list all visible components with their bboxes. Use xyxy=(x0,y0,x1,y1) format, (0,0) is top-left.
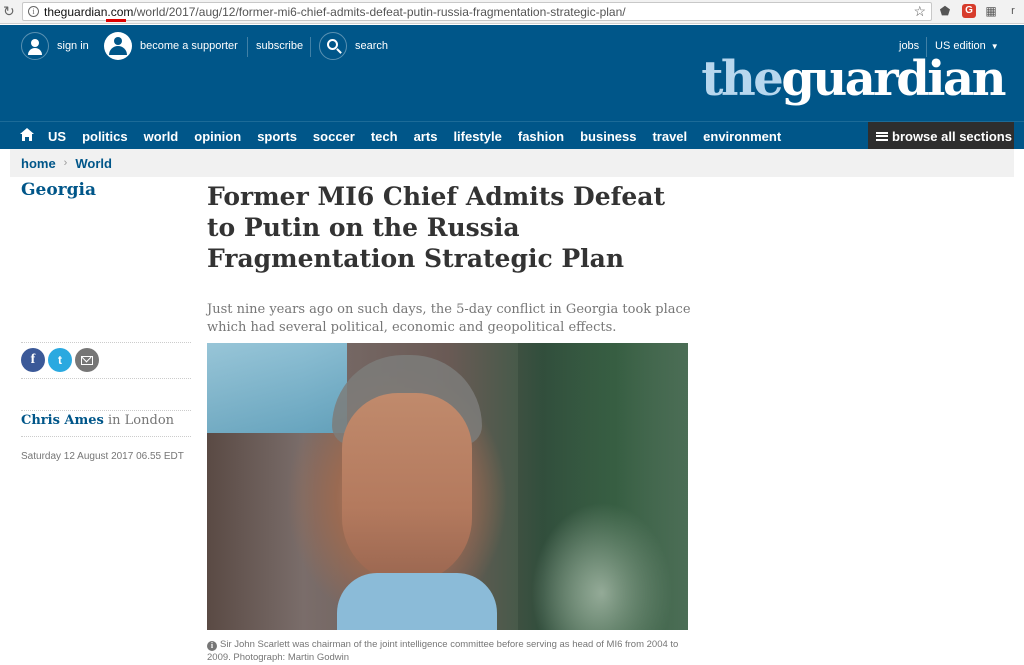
subscribe-link[interactable]: subscribe xyxy=(256,32,303,60)
header-divider xyxy=(247,37,248,57)
nav-link-tech[interactable]: tech xyxy=(371,129,398,144)
info-icon[interactable]: i xyxy=(28,6,39,17)
site-header: sign in become a supporter subscribe sea… xyxy=(0,25,1024,121)
browse-all-sections-button[interactable]: browse all sections xyxy=(868,122,1014,150)
browser-toolbar: ↻ i theguardian.com/world/2017/aug/12/fo… xyxy=(0,0,1024,24)
nav-link-soccer[interactable]: soccer xyxy=(313,129,355,144)
subscribe-label: subscribe xyxy=(256,40,304,52)
nav-link-lifestyle[interactable]: lifestyle xyxy=(453,129,501,144)
divider xyxy=(21,342,191,343)
search-label: search xyxy=(355,40,389,52)
nav-link-arts[interactable]: arts xyxy=(414,129,438,144)
nav-link-sports[interactable]: sports xyxy=(257,129,297,144)
divider xyxy=(21,378,191,379)
primary-nav: US politics world opinion sports soccer tech ar… xyxy=(0,121,1024,150)
author-link[interactable]: Chris Ames xyxy=(21,413,104,428)
article-headline: Former MI6 Chief Admits Defeat to Putin … xyxy=(207,182,666,273)
user-icon xyxy=(21,32,49,60)
reader-extension-icon[interactable]: ▦ xyxy=(984,4,998,18)
nav-links: US politics world opinion sports soccer tech ar… xyxy=(40,122,789,150)
nav-link-business[interactable]: business xyxy=(580,129,636,144)
url-host: theguardian.com xyxy=(44,5,134,19)
nav-link-environment[interactable]: environment xyxy=(703,129,781,144)
nav-link-fashion[interactable]: fashion xyxy=(518,129,564,144)
logo-the: the xyxy=(701,51,784,107)
publish-date: Saturday 12 August 2017 06.55 EDT xyxy=(21,451,184,462)
byline: Chris Ames in London xyxy=(21,413,174,428)
become-supporter-link[interactable]: become a supporter xyxy=(104,32,238,60)
divider xyxy=(21,436,191,437)
home-icon[interactable] xyxy=(20,128,34,142)
caption-text: Sir John Scarlett was chairman of the jo… xyxy=(207,639,679,663)
address-bar[interactable]: i theguardian.com/world/2017/aug/12/form… xyxy=(22,2,932,22)
url-path: /world/2017/aug/12/former-mi6-chief-admi… xyxy=(133,5,626,19)
breadcrumb: home › World xyxy=(10,149,1014,177)
nav-link-world[interactable]: world xyxy=(144,129,179,144)
menu-icon xyxy=(876,131,888,141)
nav-link-us[interactable]: US xyxy=(48,129,66,144)
gplus-extension-icon[interactable]: G xyxy=(962,4,976,18)
twitter-share-icon[interactable]: t xyxy=(48,348,72,372)
guardian-logo[interactable]: theguardian xyxy=(701,49,1006,109)
supporter-icon xyxy=(104,32,132,60)
article-main-image[interactable] xyxy=(207,343,688,630)
divider xyxy=(21,410,191,411)
breadcrumb-home[interactable]: home xyxy=(21,156,56,171)
facebook-share-icon[interactable]: f xyxy=(21,348,45,372)
logo-guardian: guardian xyxy=(781,51,1006,107)
search-icon xyxy=(319,32,347,60)
section-label[interactable]: Georgia xyxy=(21,180,96,200)
search-link[interactable]: search xyxy=(319,32,388,60)
spellcheck-underline xyxy=(106,19,126,22)
browse-all-label: browse all sections xyxy=(892,128,1012,144)
sign-in-label: sign in xyxy=(57,40,89,52)
reload-icon[interactable]: ↻ xyxy=(3,4,17,18)
bookmark-star-icon[interactable]: ☆ xyxy=(913,3,926,20)
breadcrumb-section[interactable]: World xyxy=(75,156,112,171)
envelope-icon xyxy=(81,355,93,365)
sign-in-link[interactable]: sign in xyxy=(21,32,89,60)
become-supporter-label: become a supporter xyxy=(140,40,238,52)
image-caption: i Sir John Scarlett was chairman of the j… xyxy=(207,638,688,664)
nav-link-politics[interactable]: politics xyxy=(82,129,128,144)
chevron-right-icon: › xyxy=(63,157,68,169)
info-icon: i xyxy=(207,641,217,651)
nav-link-travel[interactable]: travel xyxy=(652,129,687,144)
email-share-icon[interactable] xyxy=(75,348,99,372)
extension-r-icon[interactable]: r xyxy=(1006,4,1020,18)
header-divider xyxy=(310,37,311,57)
nav-link-opinion[interactable]: opinion xyxy=(194,129,241,144)
pocket-icon[interactable]: ⬟ xyxy=(938,4,952,18)
url-text[interactable]: theguardian.com/world/2017/aug/12/former… xyxy=(44,5,626,19)
article-standfirst: Just nine years ago on such days, the 5-… xyxy=(207,302,691,335)
byline-location: in London xyxy=(103,413,175,428)
